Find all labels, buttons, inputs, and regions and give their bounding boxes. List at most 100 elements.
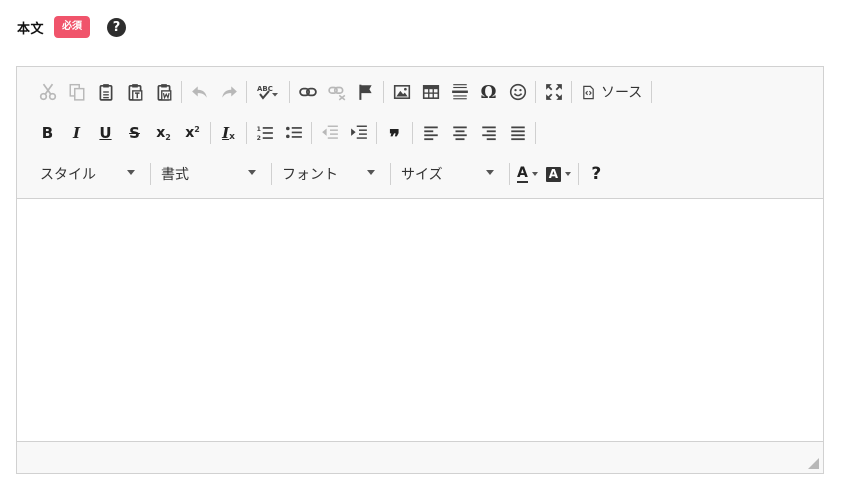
toolbar-separator [376, 122, 377, 144]
svg-text:2: 2 [256, 135, 260, 142]
undo-icon[interactable] [185, 79, 214, 105]
blockquote-label: ❞ [389, 125, 400, 149]
superscript-mark: 2 [194, 124, 200, 134]
align-right-icon[interactable] [474, 120, 503, 146]
toolbar-separator [289, 81, 290, 103]
toolbar-separator [150, 163, 151, 185]
toolbar-separator [571, 81, 572, 103]
field-label: 本文 [17, 21, 45, 37]
toolbar-separator [509, 163, 510, 185]
toolbar-row-1: ABC Ω ソース [33, 79, 655, 105]
superscript-label: x [185, 125, 195, 141]
chevron-down-icon [367, 170, 375, 175]
editor-toolbar: ABC Ω ソース B I U S x 2 x 2 I x 1 2 ❞ スタイル… [17, 67, 823, 199]
underline-label: U [99, 124, 112, 142]
toolbar-separator [412, 122, 413, 144]
outdent-icon[interactable] [315, 120, 344, 146]
subscript-label: x [156, 125, 166, 141]
anchor-icon[interactable] [351, 79, 380, 105]
font-combo[interactable]: フォント [275, 161, 387, 187]
align-left-icon[interactable] [416, 120, 445, 146]
bold-button[interactable]: B [33, 120, 62, 146]
smiley-icon[interactable] [503, 79, 532, 105]
size-combo-label: サイズ [401, 167, 443, 183]
numbered-list-icon[interactable]: 12 [250, 120, 279, 146]
rich-text-editor: ABC Ω ソース B I U S x 2 x 2 I x 1 2 ❞ スタイル… [16, 66, 824, 474]
chevron-down-icon [564, 172, 571, 176]
chevron-down-icon [531, 172, 538, 176]
toolbar-separator [390, 163, 391, 185]
table-icon[interactable] [416, 79, 445, 105]
copy-icon[interactable] [62, 79, 91, 105]
maximize-icon[interactable] [539, 79, 568, 105]
text-color-button[interactable]: A [513, 161, 542, 187]
italic-button[interactable]: I [62, 120, 91, 146]
subscript-mark: 2 [165, 133, 171, 142]
chevron-down-icon [486, 170, 494, 175]
cut-icon[interactable] [33, 79, 62, 105]
bg-color-label: A [545, 166, 561, 182]
indent-icon[interactable] [344, 120, 373, 146]
redo-icon[interactable] [214, 79, 243, 105]
toolbar-separator [246, 122, 247, 144]
toolbar-separator [246, 81, 247, 103]
unlink-icon[interactable] [322, 79, 351, 105]
blockquote-button[interactable]: ❞ [380, 120, 409, 149]
editor-content-area[interactable] [17, 199, 823, 442]
about-button[interactable]: ? [582, 161, 611, 187]
horizontal-rule-icon[interactable] [445, 79, 474, 105]
toolbar-separator [271, 163, 272, 185]
field-header: 本文 必須 ? [17, 15, 127, 39]
toolbar-separator [651, 81, 653, 103]
bg-color-button[interactable]: A [542, 161, 575, 187]
strike-label: S [129, 124, 140, 142]
superscript-button[interactable]: x2 [178, 120, 207, 146]
toolbar-separator [210, 122, 211, 144]
style-combo[interactable]: スタイル [33, 161, 147, 187]
format-combo[interactable]: 書式 [154, 161, 268, 187]
link-icon[interactable] [293, 79, 322, 105]
toolbar-separator [383, 81, 384, 103]
size-combo[interactable]: サイズ [394, 161, 506, 187]
source-label: ソース [601, 85, 643, 101]
align-justify-icon[interactable] [503, 120, 532, 146]
chevron-down-icon [248, 170, 256, 175]
toolbar-row-3: スタイル 書式 フォント サイズ A A ? [33, 161, 611, 187]
required-badge: 必須 [54, 16, 91, 38]
editor-bottom-bar [17, 441, 823, 473]
remove-format-mark: x [229, 132, 235, 142]
help-icon[interactable]: ? [107, 17, 127, 37]
toolbar-separator [181, 81, 182, 103]
underline-button[interactable]: U [91, 120, 120, 146]
text-color-label: A [517, 164, 528, 183]
toolbar-separator [311, 122, 312, 144]
paste-text-icon[interactable] [120, 79, 149, 105]
remove-format-label: I [222, 124, 230, 142]
align-center-icon[interactable] [445, 120, 474, 146]
svg-text:ABC: ABC [257, 85, 273, 93]
about-label: ? [591, 164, 602, 184]
source-icon [583, 85, 594, 99]
italic-label: I [72, 124, 81, 142]
font-combo-label: フォント [282, 167, 338, 183]
toolbar-separator [535, 81, 536, 103]
strikethrough-button[interactable]: S [120, 120, 149, 146]
bulleted-list-icon[interactable] [279, 120, 308, 146]
paste-word-icon[interactable] [149, 79, 178, 105]
resize-handle-icon[interactable] [808, 458, 819, 469]
remove-format-button[interactable]: Ix [214, 120, 243, 146]
source-button[interactable]: ソース [575, 79, 648, 105]
image-icon[interactable] [387, 79, 416, 105]
toolbar-separator [577, 163, 579, 185]
svg-text:1: 1 [256, 126, 260, 133]
spellcheck-icon[interactable]: ABC [250, 79, 286, 105]
toolbar-separator [535, 122, 536, 144]
style-combo-label: スタイル [40, 167, 96, 183]
chevron-down-icon [127, 170, 135, 175]
special-char-icon[interactable]: Ω [474, 79, 503, 105]
bold-label: B [41, 124, 54, 142]
subscript-button[interactable]: x2 [149, 120, 178, 146]
format-combo-label: 書式 [161, 167, 189, 183]
paste-icon[interactable] [91, 79, 120, 105]
toolbar-row-2: B I U S x2 x2 Ix 12 ❞ [33, 120, 539, 149]
